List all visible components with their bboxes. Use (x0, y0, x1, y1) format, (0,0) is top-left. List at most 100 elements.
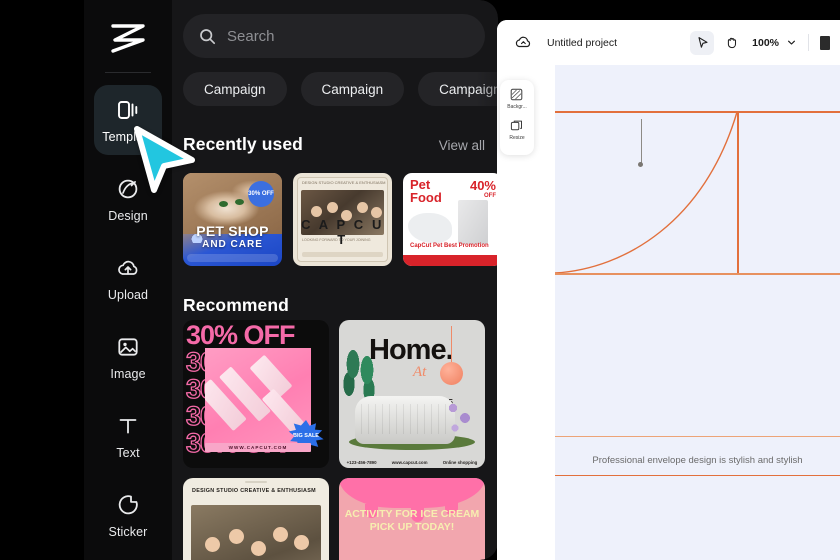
sidebar-item-template[interactable]: Template (94, 85, 162, 155)
editor-header: Untitled project 100% (497, 20, 840, 65)
zoom-level: 100% (752, 36, 779, 49)
hand-tool-button[interactable] (719, 31, 743, 55)
brand-text: CapCut Pet Best Promotion (410, 242, 489, 249)
project-name[interactable]: Untitled project (547, 37, 617, 49)
template-card-30-off[interactable]: 30% OFF 30% OFF 30% OFF 30% OFF 30% OFF … (183, 320, 329, 468)
design-icon (118, 179, 138, 198)
select-tool-button[interactable] (690, 30, 715, 55)
section-title: Recently used (183, 134, 303, 154)
image-icon (118, 337, 138, 356)
headline: ACTIVITY FOR ICE CREAM PICK UP TODAY! (343, 508, 481, 534)
editor-body: Backgr... Resize ENVELOPE (497, 65, 840, 560)
rail-divider (105, 72, 151, 73)
edge-clipped-button[interactable] (820, 35, 830, 50)
sidebar-item-label: Template (102, 129, 154, 144)
upload-cloud-icon (118, 260, 138, 275)
template-card-capcut-poster[interactable]: DESIGN STUDIO CREATIVE & ENTHUSIASM LOOK… (293, 173, 392, 266)
template-icon (118, 100, 138, 119)
chip-label: Campaign (321, 81, 384, 97)
sidebar-item-text[interactable]: Text (94, 401, 162, 471)
dock-label: Backgr... (507, 104, 527, 110)
product-bag (458, 200, 488, 244)
template-card-pet-shop[interactable]: 30% OFF PET SHOP AND CARE (183, 173, 282, 266)
toolbar-divider (808, 34, 809, 51)
background-icon (511, 88, 523, 101)
envelope-bottom-rule (555, 273, 840, 275)
template-card-pet-food[interactable]: Pet Food 40% OFF CapCut Pet Best Promoti… (403, 173, 498, 266)
card-footer: +123-456-7890 www.capcut.com Online shop… (339, 460, 485, 465)
chip-campaign-2[interactable]: Campaign (300, 72, 405, 106)
chip-campaign-1[interactable]: Campaign (183, 72, 287, 106)
recently-used-row: 30% OFF PET SHOP AND CARE DESIGN STUDIO … (183, 173, 498, 266)
footer-bar (403, 255, 498, 266)
footer-phone: +123-456-7890 (346, 460, 377, 465)
capcut-logo[interactable] (105, 18, 151, 58)
group-photo (191, 505, 321, 560)
discount-badge: 30% OFF (248, 181, 274, 207)
sidebar-item-image[interactable]: Image (94, 322, 162, 392)
card-headline-line1: PET SHOP (196, 223, 269, 239)
discount-label: 40% OFF (470, 178, 496, 199)
poster-header: DESIGN STUDIO CREATIVE & ENTHUSIASM (192, 488, 316, 494)
headline: Home. (369, 334, 454, 366)
headline: 30% OFF (186, 320, 296, 350)
template-card-design-studio[interactable]: DESIGN STUDIO CREATIVE & ENTHUSIASM (183, 478, 329, 560)
envelope-vertical-rule (737, 111, 739, 274)
sidebar-item-upload[interactable]: Upload (94, 243, 162, 313)
footer-note: Online shopping (442, 460, 478, 465)
dock-label: Resize (509, 135, 525, 141)
tagline-bottom-rule (555, 475, 840, 477)
cloud-sync-icon[interactable] (514, 33, 533, 52)
frame-notch (245, 481, 267, 483)
dock-item-resize[interactable]: Resize (509, 118, 525, 141)
capcut-dark-app: Template Design Upload Image Text Sticke… (0, 0, 498, 560)
card-title-line2: Food (410, 189, 442, 205)
editor-toolbar: 100% (690, 30, 830, 55)
headline-line1: ACTIVITY FOR ICE CREAM (344, 508, 480, 520)
card-title: Pet Food (410, 178, 442, 205)
pin-dot (638, 162, 643, 167)
recently-used-header: Recently used View all (183, 134, 485, 155)
poster-top-text: DESIGN STUDIO CREATIVE & ENTHUSIASM (302, 180, 386, 185)
template-card-home[interactable]: Home. At $485 +123-456-7890 www.capcut.c… (339, 320, 485, 468)
sidebar-item-sticker[interactable]: Sticker (94, 480, 162, 550)
product-photo (205, 348, 311, 444)
sofa-graphic (355, 396, 455, 444)
sidebar-item-label: Sticker (108, 524, 148, 539)
cursor-select-icon (698, 37, 708, 48)
sticker-icon (118, 494, 138, 514)
lamp-graphic (440, 326, 463, 385)
capcut-logo-icon (111, 24, 145, 53)
canvas-tagline[interactable]: Professional envelope design is stylish … (555, 455, 840, 466)
card-headline: PET SHOP AND CARE (183, 223, 282, 250)
screen-root: Template Design Upload Image Text Sticke… (0, 0, 840, 560)
sidebar-item-design[interactable]: Design (94, 164, 162, 234)
sidebar-item-label: Design (108, 208, 148, 223)
chevron-down-icon[interactable] (786, 37, 797, 48)
footer-site: www.capcut.com (391, 460, 428, 465)
chip-campaign-3[interactable]: Campaign (418, 72, 498, 106)
sidebar-item-label: Upload (107, 287, 149, 302)
drip-graphic (339, 478, 485, 518)
tagline-top-rule (555, 436, 840, 438)
template-card-ice-cream[interactable]: ACTIVITY FOR ICE CREAM PICK UP TODAY! (339, 478, 485, 560)
sidebar-item-label: Image (110, 366, 146, 381)
category-chips: Campaign Campaign Campaign (183, 72, 498, 106)
view-all-link[interactable]: View all (439, 138, 485, 153)
url-bar: WWW.CAPCUT.COM (205, 443, 311, 452)
dock-item-background[interactable]: Backgr... (507, 87, 527, 110)
search-input[interactable]: Search (183, 14, 485, 58)
canvas-mini-dock: Backgr... Resize (500, 80, 534, 155)
card-footer-bar (187, 254, 278, 262)
chip-label: Campaign (204, 81, 266, 97)
design-canvas[interactable]: ENVELOPE Professional envelope design is… (555, 65, 840, 560)
chip-label: Campaign (439, 81, 498, 97)
discount-sub: OFF (484, 193, 496, 199)
sidebar-item-label: Text (116, 445, 140, 460)
flowers-graphic (445, 400, 475, 440)
search-placeholder: Search (227, 27, 275, 45)
left-nav-rail: Template Design Upload Image Text Sticke… (84, 0, 172, 560)
recommend-header: Recommend (183, 295, 485, 316)
recommend-grid: 30% OFF 30% OFF 30% OFF 30% OFF 30% OFF … (183, 320, 498, 560)
capcut-editor-window: Untitled project 100% Backgr... Resize P… (497, 20, 840, 560)
